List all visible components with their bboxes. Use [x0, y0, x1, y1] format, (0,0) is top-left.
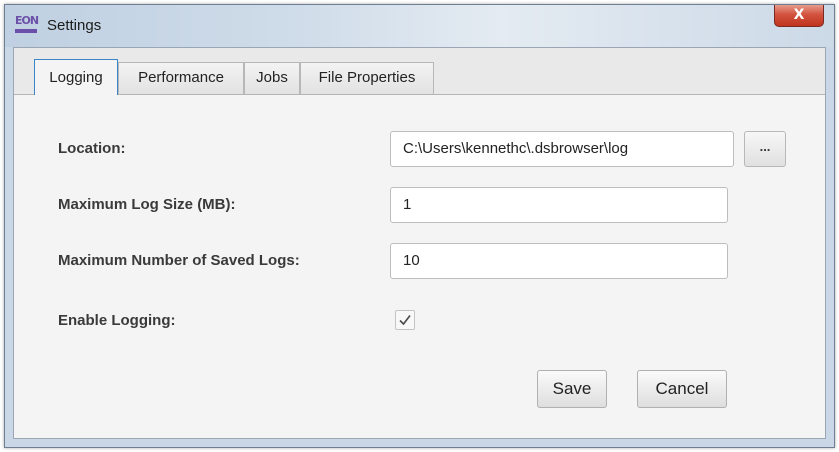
- close-button[interactable]: X: [774, 5, 824, 27]
- max-log-size-field[interactable]: 1: [390, 187, 728, 223]
- browse-button[interactable]: ...: [744, 131, 786, 167]
- tab-logging[interactable]: Logging: [34, 59, 118, 95]
- location-field[interactable]: C:\Users\kennethc\.dsbrowser\log: [390, 131, 734, 167]
- max-saved-logs-label: Maximum Number of Saved Logs:: [58, 252, 300, 269]
- tab-jobs[interactable]: Jobs: [244, 62, 300, 94]
- tab-performance[interactable]: Performance: [118, 62, 244, 94]
- logging-panel: Location: C:\Users\kennethc\.dsbrowser\l…: [14, 95, 825, 438]
- window-title: Settings: [47, 17, 102, 34]
- cancel-button[interactable]: Cancel: [637, 370, 727, 408]
- tab-strip: Logging Performance Jobs File Properties: [14, 48, 825, 95]
- max-saved-logs-field[interactable]: 10: [390, 243, 728, 279]
- enable-logging-label: Enable Logging:: [58, 312, 176, 329]
- location-label: Location:: [58, 140, 126, 157]
- save-button[interactable]: Save: [537, 370, 607, 408]
- title-bar[interactable]: EON Settings X: [5, 5, 834, 47]
- app-logo-text: EON: [15, 14, 39, 27]
- enable-logging-checkbox[interactable]: [395, 310, 415, 330]
- dialog-content: Logging Performance Jobs File Properties…: [13, 47, 826, 439]
- app-logo-bar: [15, 29, 37, 33]
- checkmark-icon: [399, 315, 411, 326]
- settings-window: EON Settings X Logging Performance Jobs …: [4, 4, 835, 448]
- app-logo-icon: EON: [15, 15, 39, 35]
- max-log-size-label: Maximum Log Size (MB):: [58, 196, 236, 213]
- tab-file-properties[interactable]: File Properties: [300, 62, 434, 94]
